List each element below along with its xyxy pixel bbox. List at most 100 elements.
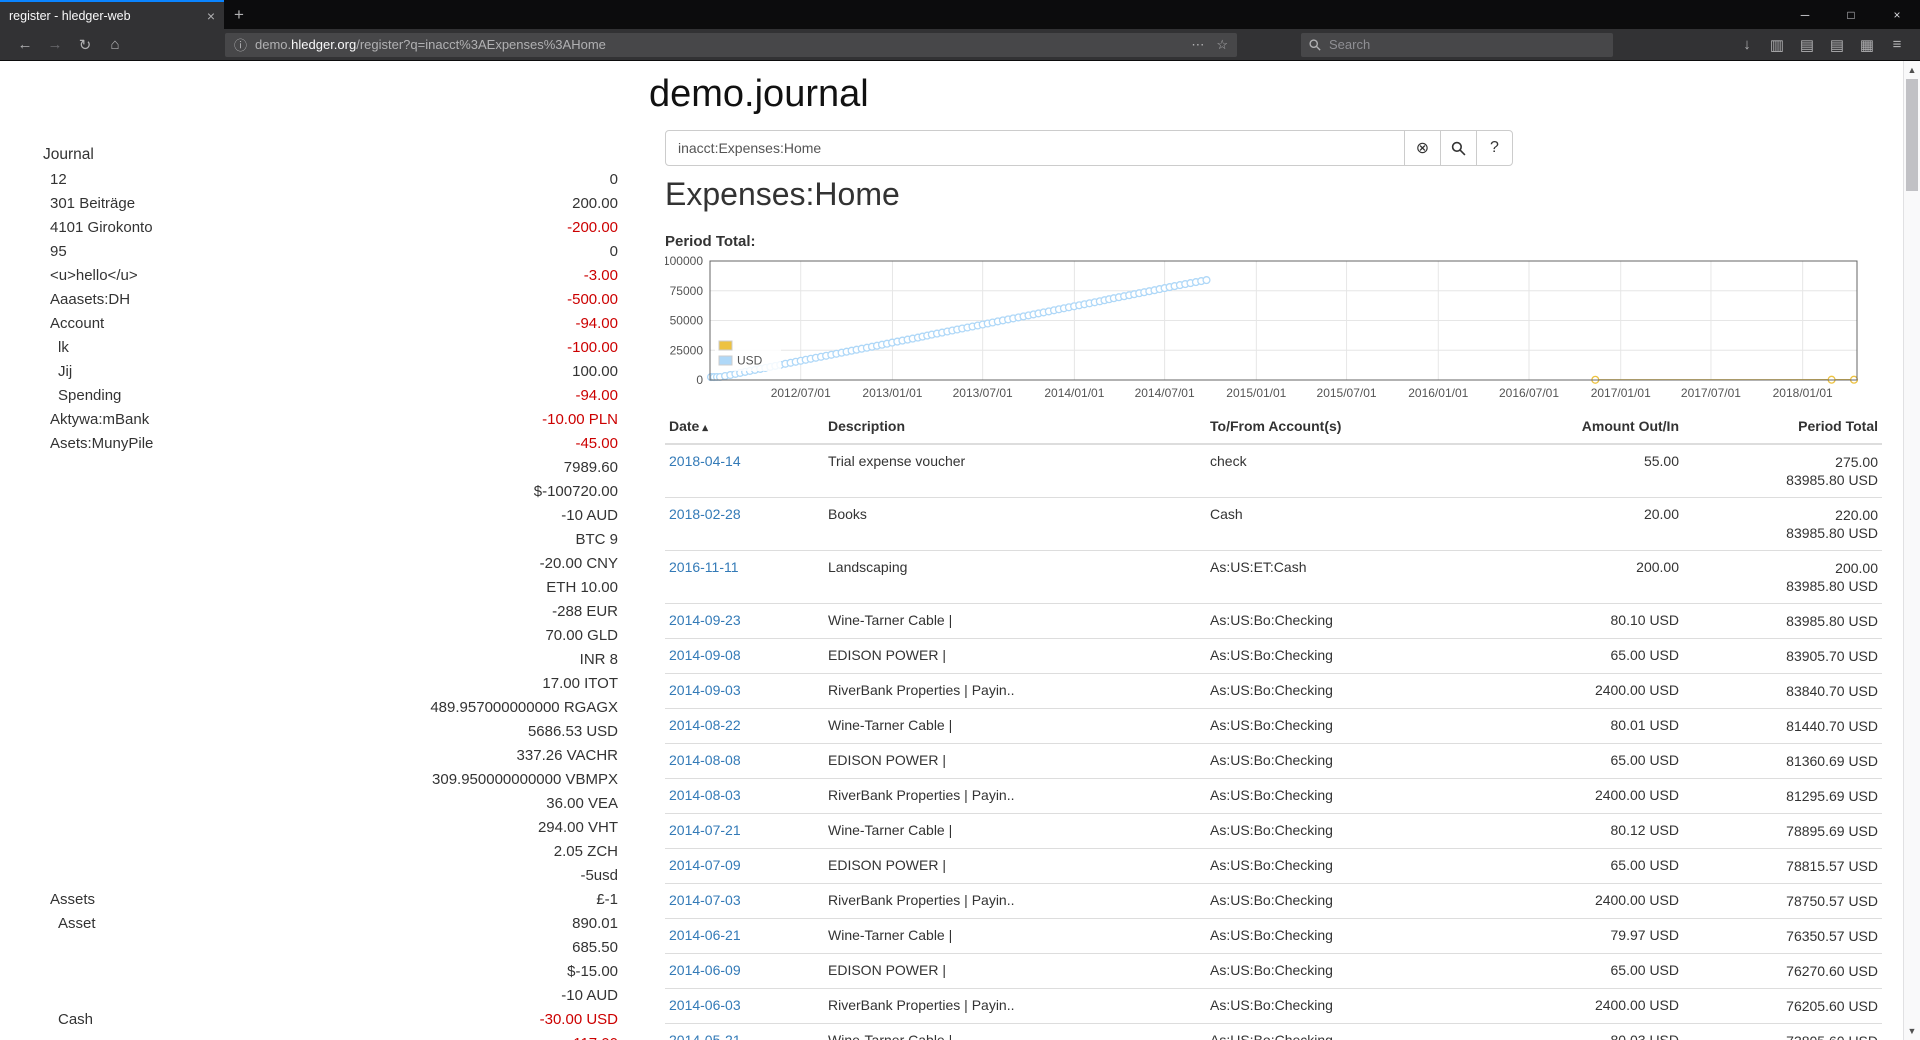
back-button[interactable]: ← bbox=[10, 32, 40, 58]
transaction-date-link[interactable]: 2014-06-09 bbox=[669, 962, 741, 978]
transaction-date-link[interactable]: 2014-09-08 bbox=[669, 647, 741, 663]
register-row: 2014-06-03RiverBank Properties | Payin..… bbox=[665, 989, 1882, 1024]
transaction-date-link[interactable]: 2014-08-22 bbox=[669, 717, 741, 733]
forward-button[interactable]: → bbox=[40, 32, 70, 58]
register-row: 2018-04-14Trial expense vouchercheck55.0… bbox=[665, 444, 1882, 498]
help-button[interactable]: ? bbox=[1476, 130, 1513, 166]
account-link[interactable]: 12 bbox=[0, 171, 67, 188]
account-link[interactable]: 301 Beiträge bbox=[0, 195, 135, 212]
scroll-down-arrow[interactable]: ▼ bbox=[1904, 1023, 1920, 1039]
register-account-cell: As:US:Bo:Checking bbox=[1206, 674, 1501, 709]
account-link[interactable]: 4101 Girokonto bbox=[0, 219, 153, 236]
period-total-line: 81295.69 USD bbox=[1687, 787, 1878, 805]
browser-search-field[interactable]: Search bbox=[1301, 33, 1613, 57]
register-description-cell: Wine-Tarner Cable | bbox=[824, 1024, 1206, 1040]
search-button[interactable] bbox=[1440, 130, 1477, 166]
transaction-date-link[interactable]: 2014-09-23 bbox=[669, 612, 741, 628]
register-amount-cell: 2400.00 USD bbox=[1501, 989, 1683, 1024]
account-link[interactable]: Assets bbox=[0, 891, 95, 908]
transaction-date-link[interactable]: 2014-09-03 bbox=[669, 682, 741, 698]
minimize-button[interactable]: ─ bbox=[1782, 0, 1828, 29]
query-input[interactable] bbox=[665, 130, 1405, 166]
period-total-line: 83985.80 USD bbox=[1687, 524, 1878, 542]
register-date-cell: 2014-07-03 bbox=[665, 884, 824, 919]
svg-text:75000: 75000 bbox=[670, 284, 704, 298]
register-description-cell: Wine-Tarner Cable | bbox=[824, 709, 1206, 744]
transaction-date-link[interactable]: 2014-06-03 bbox=[669, 997, 741, 1013]
transaction-date-link[interactable]: 2014-06-21 bbox=[669, 927, 741, 943]
transaction-date-link[interactable]: 2014-07-21 bbox=[669, 822, 741, 838]
account-link[interactable]: Aaasets:DH bbox=[0, 291, 130, 308]
account-column-header[interactable]: To/From Account(s) bbox=[1206, 409, 1501, 444]
period-total-label: Period Total: bbox=[665, 233, 756, 250]
page-actions-icon[interactable]: ⋯ bbox=[1191, 37, 1204, 53]
sidebar-account-row: Aktywa:mBank-10.00 PLN bbox=[0, 407, 618, 431]
account-link[interactable]: Asset bbox=[0, 915, 96, 932]
account-link[interactable]: <u>hello</u> bbox=[0, 267, 138, 284]
account-balance: INR 8 bbox=[580, 651, 618, 668]
account-link[interactable]: Asets:MunyPile bbox=[0, 435, 153, 452]
grid-icon[interactable]: ▦ bbox=[1852, 32, 1882, 58]
register-total-cell: 76270.60 USD bbox=[1683, 954, 1882, 989]
transaction-date-link[interactable]: 2014-08-08 bbox=[669, 752, 741, 768]
window-close-button[interactable]: × bbox=[1874, 0, 1920, 29]
menu-icon[interactable]: ≡ bbox=[1882, 32, 1912, 58]
register-row: 2014-08-08EDISON POWER |As:US:Bo:Checkin… bbox=[665, 744, 1882, 779]
description-column-header[interactable]: Description bbox=[824, 409, 1206, 444]
account-link[interactable]: Cash bbox=[0, 1011, 93, 1028]
sidebar-journal-link[interactable]: Journal bbox=[0, 143, 618, 167]
transaction-date-link[interactable]: 2018-04-14 bbox=[669, 453, 741, 469]
svg-text:25000: 25000 bbox=[670, 343, 704, 357]
account-balance: -10 AUD bbox=[561, 987, 618, 1004]
total-column-header[interactable]: Period Total bbox=[1683, 409, 1882, 444]
register-row: 2014-07-21Wine-Tarner Cable |As:US:Bo:Ch… bbox=[665, 814, 1882, 849]
register-account-cell: As:US:Bo:Checking bbox=[1206, 849, 1501, 884]
scrollbar-thumb[interactable] bbox=[1906, 79, 1918, 191]
account-balance: -5usd bbox=[580, 867, 618, 884]
tab-close-icon[interactable]: × bbox=[207, 8, 215, 24]
download-icon[interactable]: ↓ bbox=[1732, 32, 1762, 58]
register-total-cell: 81440.70 USD bbox=[1683, 709, 1882, 744]
register-row: 2014-09-23Wine-Tarner Cable |As:US:Bo:Ch… bbox=[665, 604, 1882, 639]
transaction-date-link[interactable]: 2014-07-09 bbox=[669, 857, 741, 873]
amount-column-header[interactable]: Amount Out/In bbox=[1501, 409, 1683, 444]
bookmark-star-icon[interactable]: ☆ bbox=[1216, 37, 1228, 53]
account-balance: $-15.00 bbox=[567, 963, 618, 980]
account-link[interactable]: 95 bbox=[0, 243, 67, 260]
transaction-date-link[interactable]: 2018-02-28 bbox=[669, 506, 741, 522]
account-balance: -3.00 bbox=[584, 267, 618, 284]
sidebar-account-row: 950 bbox=[0, 239, 618, 263]
scroll-up-arrow[interactable]: ▲ bbox=[1904, 62, 1920, 78]
account-link[interactable]: Jij bbox=[0, 363, 72, 380]
reader-icon[interactable]: ▤ bbox=[1822, 32, 1852, 58]
account-balance: -30.00 USD bbox=[540, 1011, 618, 1028]
account-link[interactable]: Aktywa:mBank bbox=[0, 411, 149, 428]
library-icon[interactable]: ▥ bbox=[1762, 32, 1792, 58]
clear-query-button[interactable]: ⊗ bbox=[1404, 130, 1441, 166]
transaction-date-link[interactable]: 2014-08-03 bbox=[669, 787, 741, 803]
register-description-cell: Wine-Tarner Cable | bbox=[824, 814, 1206, 849]
page-scrollbar[interactable]: ▲ ▼ bbox=[1903, 61, 1920, 1040]
url-bar[interactable]: ⓘ demo.hledger.org/register?q=inacct%3AE… bbox=[225, 33, 1237, 57]
new-tab-button[interactable]: + bbox=[224, 0, 254, 29]
maximize-button[interactable]: □ bbox=[1828, 0, 1874, 29]
sidebar-account-row: 120 bbox=[0, 167, 618, 191]
period-total-line: 81440.70 USD bbox=[1687, 717, 1878, 735]
sidebar-account-row: 685.50 bbox=[0, 935, 618, 959]
register-row: 2014-07-09EDISON POWER |As:US:Bo:Checkin… bbox=[665, 849, 1882, 884]
register-account-cell: As:US:Bo:Checking bbox=[1206, 744, 1501, 779]
transaction-date-link[interactable]: 2014-07-03 bbox=[669, 892, 741, 908]
date-column-header[interactable]: Date▴ bbox=[665, 409, 824, 444]
reload-button[interactable]: ↻ bbox=[70, 32, 100, 58]
extension-icon[interactable]: ▤ bbox=[1792, 32, 1822, 58]
site-info-icon[interactable]: ⓘ bbox=[234, 35, 247, 54]
sidebar-account-row: 17.00 ITOT bbox=[0, 671, 618, 695]
account-link[interactable]: lk bbox=[0, 339, 69, 356]
browser-tab[interactable]: register - hledger-web × bbox=[0, 0, 224, 29]
account-link[interactable]: Account bbox=[0, 315, 104, 332]
home-button[interactable]: ⌂ bbox=[100, 32, 130, 58]
transaction-date-link[interactable]: 2016-11-11 bbox=[669, 559, 739, 575]
account-link[interactable]: Spending bbox=[0, 387, 121, 404]
transaction-date-link[interactable]: 2014-05-21 bbox=[669, 1032, 741, 1040]
register-account-cell: As:US:Bo:Checking bbox=[1206, 989, 1501, 1024]
